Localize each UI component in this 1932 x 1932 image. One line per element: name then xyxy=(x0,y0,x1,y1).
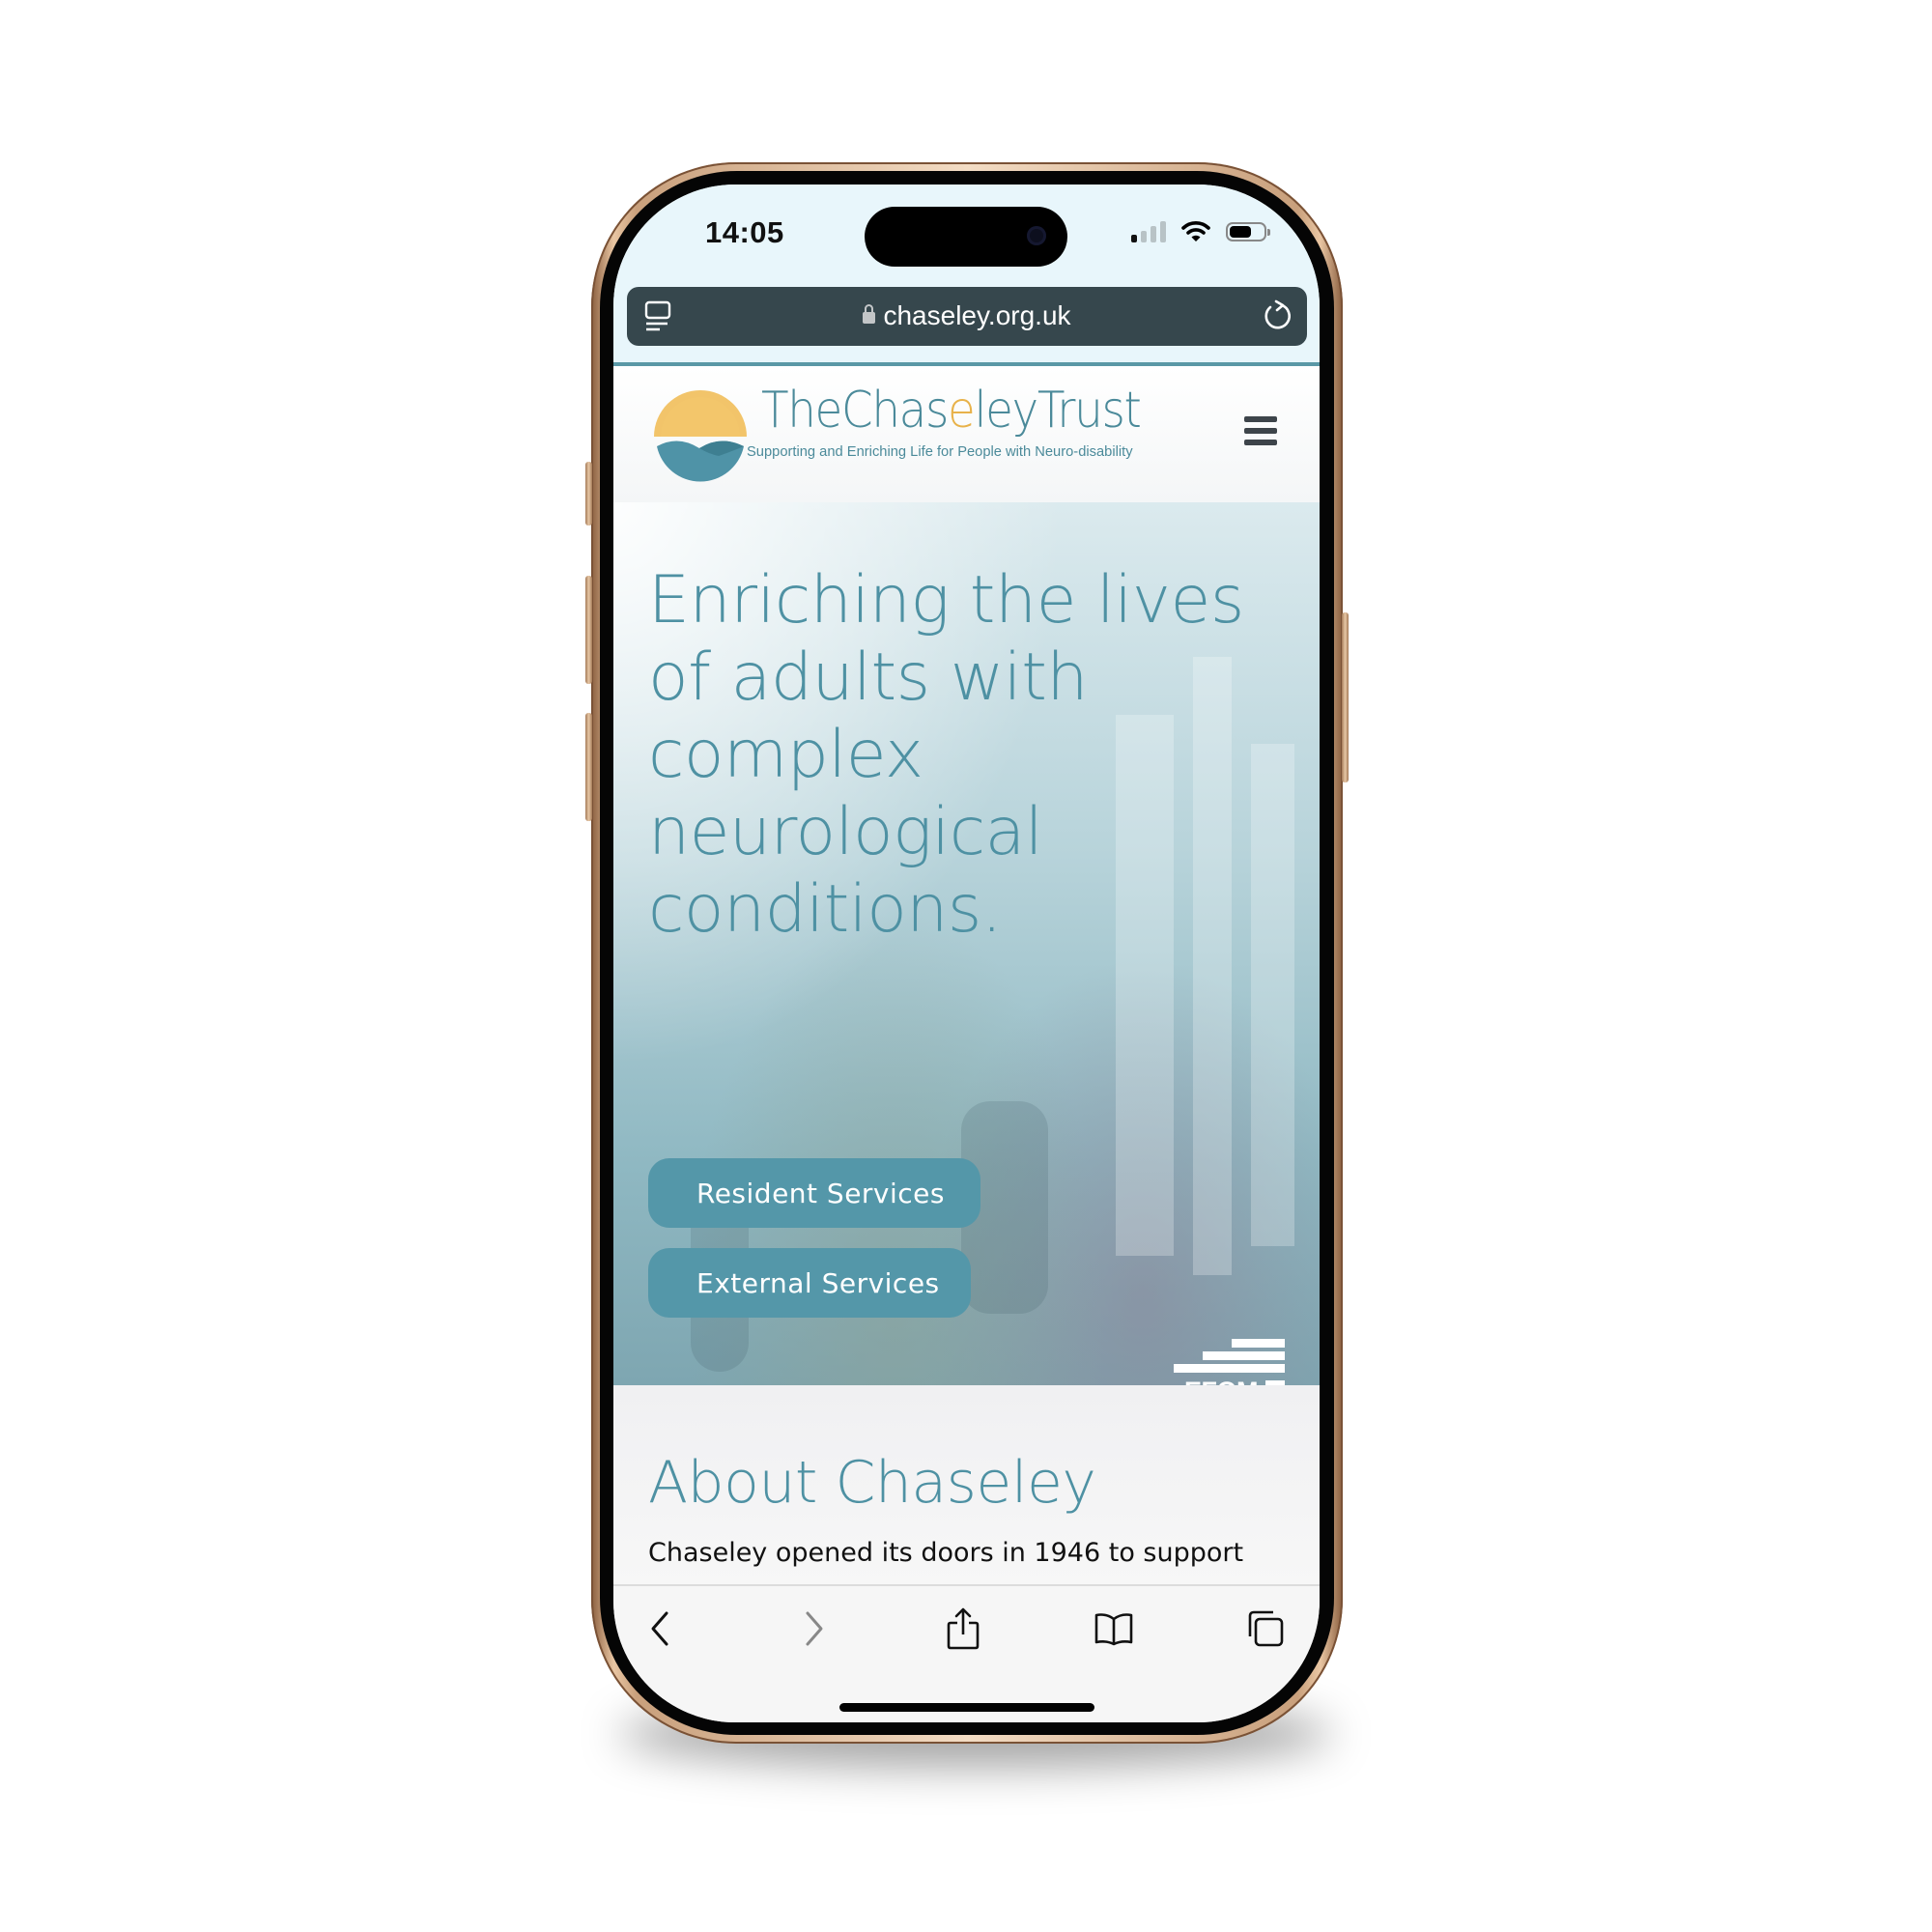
cellular-signal-icon xyxy=(1131,221,1166,242)
tabs-icon xyxy=(1248,1610,1284,1647)
share-icon xyxy=(947,1607,980,1650)
url-text: chaseley.org.uk xyxy=(883,300,1071,330)
battery-icon xyxy=(1226,222,1270,242)
site-header: TheChaseleyTrust Supporting and Enrichin… xyxy=(613,366,1320,502)
address-bar[interactable]: chaseley.org.uk xyxy=(627,287,1307,346)
dynamic-island xyxy=(865,207,1067,267)
chaseley-logo-icon[interactable] xyxy=(653,388,748,482)
browser-top-area: 14:05 chaseley.org.uk xyxy=(613,185,1320,366)
reload-icon[interactable] xyxy=(1261,299,1293,332)
share-button[interactable] xyxy=(940,1605,986,1652)
forward-button[interactable] xyxy=(790,1605,837,1652)
resident-services-button[interactable]: Resident Services xyxy=(648,1158,980,1228)
action-button xyxy=(585,462,592,526)
tabs-button[interactable] xyxy=(1242,1605,1289,1652)
lock-icon xyxy=(863,304,876,324)
about-section: About Chaseley Chaseley opened its doors… xyxy=(613,1385,1320,1584)
brand-name[interactable]: TheChaseleyTrust xyxy=(761,382,1142,440)
volume-up-button xyxy=(585,576,592,684)
status-icons xyxy=(1131,219,1270,244)
url-field[interactable]: chaseley.org.uk xyxy=(627,300,1307,331)
forward-chevron-icon xyxy=(806,1611,823,1646)
volume-down-button xyxy=(585,713,592,821)
about-body: Chaseley opened its doors in 1946 to sup… xyxy=(648,1538,1244,1568)
bookmarks-book-icon xyxy=(1094,1613,1133,1646)
efqm-badge[interactable]: EFQM Committed to excellence xyxy=(1116,1339,1285,1385)
external-services-button[interactable]: External Services xyxy=(648,1248,971,1318)
about-heading: About Chaseley xyxy=(648,1449,1096,1517)
back-chevron-icon xyxy=(651,1611,668,1646)
camera-icon xyxy=(1027,226,1046,245)
browser-toolbar xyxy=(613,1584,1320,1722)
hero-section: Enriching the lives of adults with compl… xyxy=(613,502,1320,1385)
hamburger-menu-icon[interactable] xyxy=(1244,416,1277,445)
brand-tagline: Supporting and Enriching Life for People… xyxy=(747,443,1133,460)
wifi-icon xyxy=(1181,221,1210,242)
power-button xyxy=(1342,612,1349,782)
bookmarks-button[interactable] xyxy=(1091,1605,1137,1652)
back-button[interactable] xyxy=(638,1605,684,1652)
status-time: 14:05 xyxy=(705,215,784,249)
phone-screen: 14:05 chaseley.org.uk TheChaseleyTrust S… xyxy=(613,185,1320,1722)
hero-headline: Enriching the lives of adults with compl… xyxy=(648,562,1244,948)
home-indicator[interactable] xyxy=(839,1703,1094,1712)
